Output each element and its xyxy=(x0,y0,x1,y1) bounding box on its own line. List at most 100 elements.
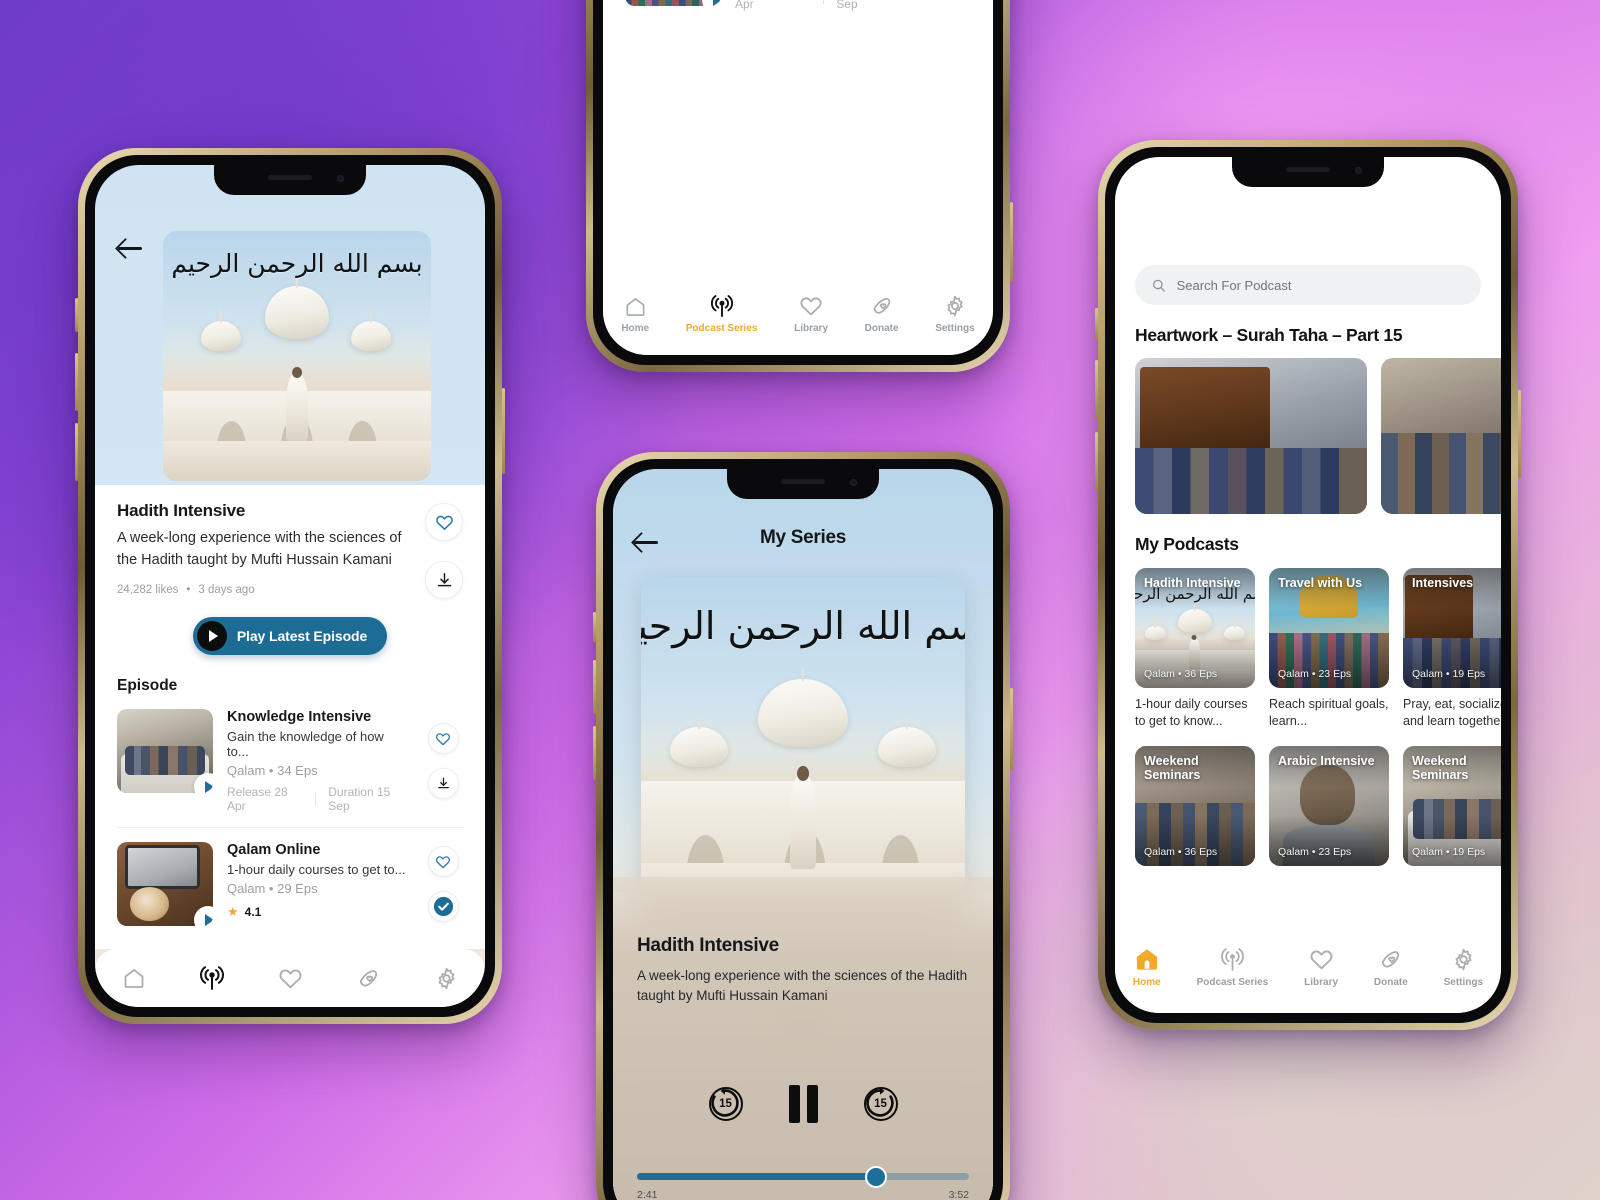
power-button[interactable] xyxy=(1518,390,1521,478)
player-progress: 2:41 3:52 xyxy=(637,1165,969,1200)
nav-label-podcast-series: Podcast Series xyxy=(1196,976,1269,988)
search-bar[interactable] xyxy=(1135,265,1481,305)
series-description: A week-long experience with the sciences… xyxy=(117,530,402,568)
gear-icon xyxy=(1455,948,1472,970)
device-notch xyxy=(214,165,366,195)
podcast-card[interactable]: Intensives Qalam • 19 Eps Pray, eat, soc… xyxy=(1403,568,1501,730)
home-icon xyxy=(1136,949,1157,970)
podcast-card-channel: Qalam xyxy=(1412,845,1443,858)
nav-item-settings[interactable]: Settings xyxy=(1444,947,1483,988)
mute-switch[interactable] xyxy=(1095,308,1098,340)
player-artwork: بسم الله الرحمن الرحيم xyxy=(641,577,965,917)
nav-item-settings[interactable]: Settings xyxy=(935,294,975,334)
podcast-card[interactable]: Weekend Seminars Qalam • 36 Eps xyxy=(1135,745,1255,866)
power-button[interactable] xyxy=(1010,688,1013,770)
episode-channel: Qalam xyxy=(227,881,266,896)
podcast-card-channel: Qalam xyxy=(1144,845,1175,858)
bottom-navigation: Home Podcast Series Library Donate Setti… xyxy=(1115,931,1501,1013)
nav-label-settings: Settings xyxy=(1443,976,1484,988)
podcast-card-image: Weekend Seminars Qalam • 36 Eps xyxy=(1135,745,1255,866)
nav-item-library[interactable]: Library xyxy=(1304,947,1338,988)
power-button[interactable] xyxy=(502,388,505,474)
episode-rating: 4.1 xyxy=(244,905,262,919)
rewind-label: 15 xyxy=(719,1098,732,1110)
nav-item-library[interactable]: Library xyxy=(794,294,828,334)
progress-slider[interactable] xyxy=(637,1165,969,1188)
podcast-icon xyxy=(199,966,224,990)
phone-podcast-list-screen: Qalam Online 1-hour daily courses to get… xyxy=(586,0,1013,372)
volume-up-button[interactable] xyxy=(75,353,78,411)
nav-label-library: Library xyxy=(1304,976,1339,988)
forward-15-button[interactable]: 15 xyxy=(863,1087,898,1121)
episode-subtitle: 1-hour daily courses to get to... xyxy=(227,862,406,877)
episode-downloaded-button[interactable] xyxy=(427,891,459,922)
play-latest-episode-button[interactable]: Play Latest Episode xyxy=(192,617,388,655)
episode-row[interactable]: Qalam Online 1-hour daily courses to get… xyxy=(117,828,463,940)
featured-banner[interactable] xyxy=(1381,358,1501,514)
episode-favorite-button[interactable] xyxy=(427,723,459,754)
nav-item-donate[interactable] xyxy=(356,966,381,991)
list-item-play-icon[interactable] xyxy=(702,0,721,6)
volume-up-button[interactable] xyxy=(1095,360,1098,418)
home-content: Heartwork – Surah Taha – Part 15 My Podc… xyxy=(1115,157,1501,931)
podcast-card[interactable]: Arabic Intensive Qalam • 23 Eps xyxy=(1269,745,1389,866)
nav-item-home[interactable]: Home xyxy=(621,295,649,334)
nav-item-donate[interactable]: Donate xyxy=(865,294,899,334)
progress-thumb[interactable] xyxy=(865,1165,888,1188)
podcast-card[interactable]: Travel with Us Qalam • 23 Eps Reach spir… xyxy=(1269,568,1389,730)
forward-label: 15 xyxy=(874,1098,887,1110)
now-playing-description: A week-long experience with the sciences… xyxy=(637,968,968,1004)
episode-favorite-button[interactable] xyxy=(427,846,459,877)
player-controls: 15 15 xyxy=(613,1085,993,1123)
nav-item-library[interactable] xyxy=(278,966,303,991)
nav-label-donate: Donate xyxy=(864,323,899,334)
list-item-release: Release 28 Apr xyxy=(735,0,754,11)
star-icon: ★ xyxy=(227,904,239,919)
nav-item-home[interactable] xyxy=(122,966,146,990)
download-icon xyxy=(437,777,449,789)
volume-down-button[interactable] xyxy=(75,423,78,481)
favorite-button[interactable] xyxy=(425,503,463,541)
nav-item-donate[interactable]: Donate xyxy=(1374,947,1408,988)
mute-switch[interactable] xyxy=(593,612,596,642)
page-title: Hadith Intensive xyxy=(117,501,246,520)
progress-fill xyxy=(637,1173,877,1180)
nav-item-podcast-series[interactable]: Podcast Series xyxy=(1196,947,1269,988)
podcast-card-title: Intensives xyxy=(1412,576,1474,590)
episode-title: Knowledge Intensive xyxy=(227,709,372,725)
gear-icon xyxy=(947,295,963,317)
episode-download-button[interactable] xyxy=(427,768,459,799)
volume-up-button[interactable] xyxy=(593,660,596,714)
nav-item-podcast-series[interactable] xyxy=(199,965,225,991)
mute-switch[interactable] xyxy=(75,298,78,332)
featured-title: Heartwork – Surah Taha – Part 15 xyxy=(1135,325,1403,345)
search-input[interactable] xyxy=(1176,277,1465,293)
detail-content-panel: Hadith Intensive A week-long experience … xyxy=(95,485,485,949)
episode-row[interactable]: Knowledge Intensive Gain the knowledge o… xyxy=(117,695,463,827)
volume-down-button[interactable] xyxy=(593,726,596,780)
download-button[interactable] xyxy=(425,561,463,599)
meta-separator: • xyxy=(1445,845,1450,858)
podcast-card-caption: 1-hour daily courses to get to know... xyxy=(1135,697,1248,728)
list-item[interactable]: Travel with Us Reach spiritual goals, le… xyxy=(625,0,971,25)
nav-item-home[interactable]: Home xyxy=(1133,946,1161,988)
back-button[interactable] xyxy=(115,233,145,263)
podcast-card[interactable]: Weekend Seminars Qalam • 19 Eps xyxy=(1403,745,1501,866)
featured-banner[interactable] xyxy=(1135,358,1367,514)
elapsed-time: 2:41 xyxy=(637,1189,658,1200)
nav-label-home: Home xyxy=(621,322,650,334)
podcast-card[interactable]: بسم الله الرحمن الرحيم Hadith Intensive … xyxy=(1135,568,1255,730)
nav-item-settings[interactable] xyxy=(434,966,459,991)
rewind-15-button[interactable]: 15 xyxy=(708,1087,743,1121)
meta-separator: • xyxy=(186,583,191,596)
podcast-card-caption: Reach spiritual goals, learn... xyxy=(1269,697,1389,728)
heart-icon xyxy=(800,297,822,316)
episode-duration: Duration 15 Sep xyxy=(328,785,391,813)
podcast-card-channel: Qalam xyxy=(1278,668,1309,680)
pause-button[interactable] xyxy=(788,1085,818,1123)
power-button[interactable] xyxy=(1010,202,1013,282)
volume-down-button[interactable] xyxy=(1095,432,1098,490)
nav-item-podcast-series[interactable]: Podcast Series xyxy=(686,294,757,334)
podcast-card-count: 23 Eps xyxy=(1318,668,1352,680)
gear-icon xyxy=(438,967,454,989)
